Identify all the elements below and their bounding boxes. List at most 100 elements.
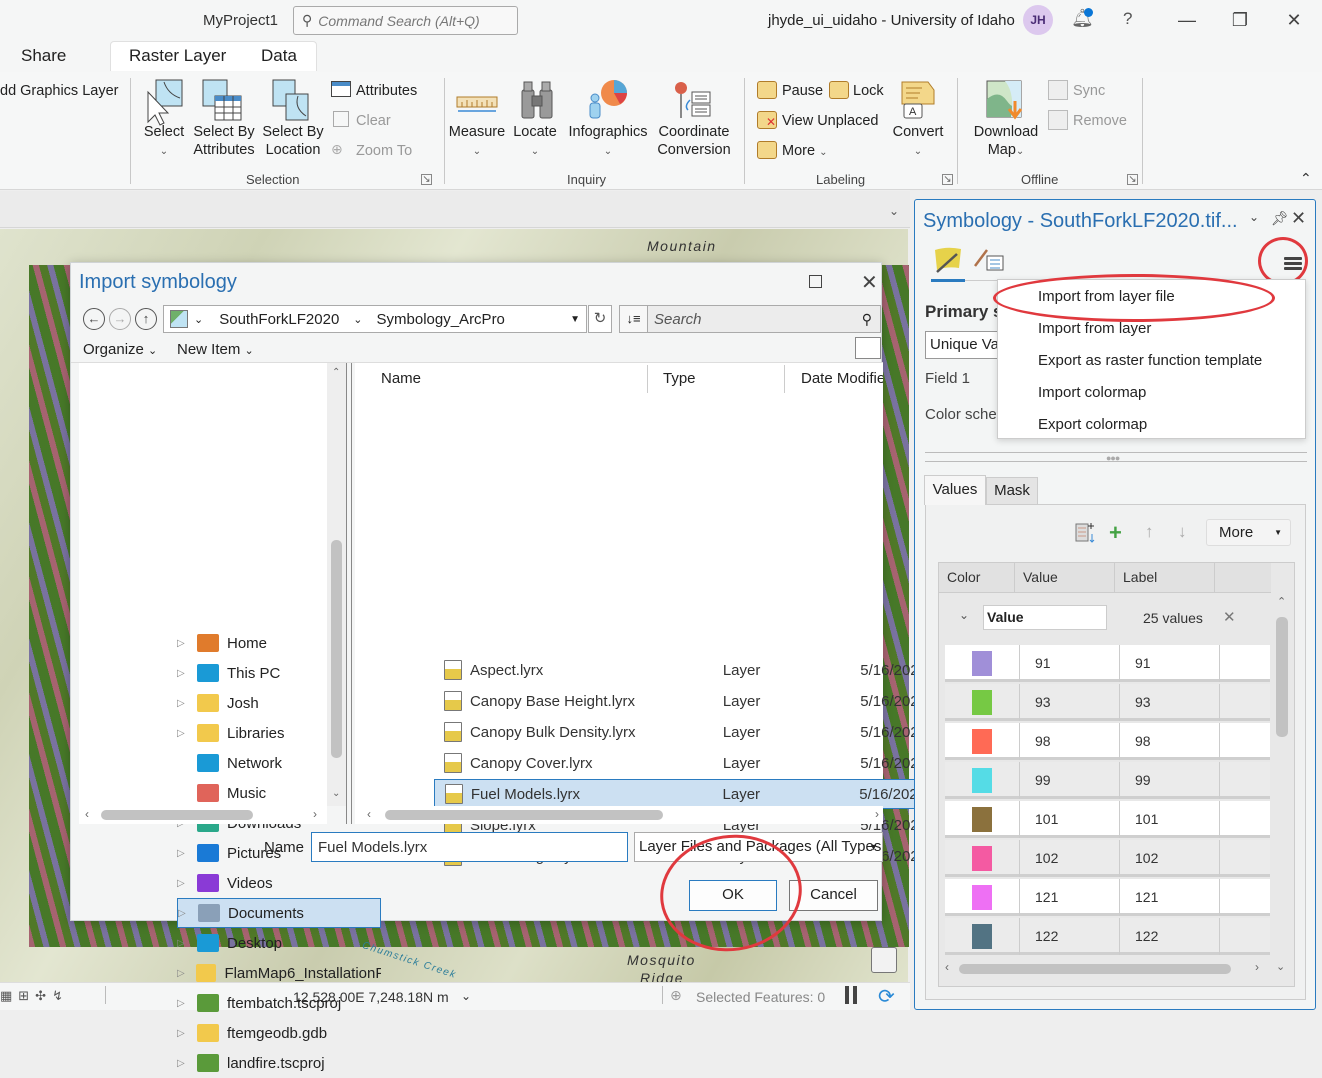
clear-button[interactable]: Clear	[356, 112, 391, 130]
expand-arrow-icon[interactable]: ▷	[177, 968, 196, 979]
map-catalog-icon[interactable]	[871, 947, 897, 973]
label-cell[interactable]: 98	[1135, 733, 1151, 749]
file-name-input[interactable]	[311, 832, 628, 862]
file-row[interactable]: Aspect.lyrx Layer 5/16/2023 12:	[434, 655, 952, 685]
infographics-button[interactable]: Infographics ⌄	[565, 123, 651, 161]
chevron-down-icon[interactable]: ⌄	[194, 313, 203, 326]
select-button[interactable]: Select ⌄	[142, 123, 186, 161]
tree-horizontal-scrollbar[interactable]: ‹ ›	[79, 806, 327, 824]
scroll-right-icon[interactable]: ›	[313, 807, 317, 821]
grid-header-color[interactable]: Color	[947, 569, 980, 585]
pane-options-dropdown-icon[interactable]: ⌄	[1249, 210, 1259, 224]
scroll-down-icon[interactable]: ⌄	[332, 788, 340, 799]
remove-button[interactable]: Remove	[1073, 112, 1127, 130]
color-swatch[interactable]	[972, 729, 992, 754]
file-horizontal-scrollbar[interactable]: ‹ ›	[355, 806, 883, 824]
label-cell[interactable]: 99	[1135, 772, 1151, 788]
status-tools-icons[interactable]: ▦⊞✣↯	[0, 988, 69, 1004]
value-row[interactable]: 99 99	[945, 762, 1270, 799]
search-input[interactable]: ↓≡ Search ⚲	[619, 305, 881, 333]
attributes-button[interactable]: Attributes	[356, 82, 417, 100]
color-swatch[interactable]	[972, 690, 992, 715]
move-up-icon[interactable]: ↑	[1145, 522, 1154, 542]
color-swatch[interactable]	[972, 924, 992, 949]
value-row[interactable]: 122 122	[945, 918, 1270, 955]
notification-bell-icon[interactable]: 🔔︎	[1071, 8, 1094, 32]
view-unplaced-button[interactable]: View Unplaced	[782, 112, 878, 130]
scroll-up-icon[interactable]: ⌃	[1277, 595, 1286, 608]
refresh-path-button[interactable]: ↻	[588, 305, 612, 333]
value-row[interactable]: 102 102	[945, 840, 1270, 877]
path-segment-symbology[interactable]: Symbology_ArcPro	[377, 311, 505, 328]
expand-arrow-icon[interactable]: ▷	[177, 848, 197, 859]
pin-pane-icon[interactable]: 📌︎	[1271, 210, 1289, 227]
select-by-location-button[interactable]: Select By Location	[261, 123, 325, 159]
menu-item-import-colormap[interactable]: Import colormap	[1038, 384, 1146, 401]
expand-arrow-icon[interactable]: ▷	[177, 998, 197, 1009]
column-divider[interactable]	[647, 365, 648, 393]
offline-dialog-launcher[interactable]: ↘	[1127, 174, 1138, 185]
expand-arrow-icon[interactable]: ▷	[177, 878, 197, 889]
add-graphics-layer-button[interactable]: dd Graphics Layer	[0, 82, 118, 100]
chevron-down-icon[interactable]: ⌄	[353, 313, 362, 326]
labeling-dialog-launcher[interactable]: ↘	[942, 174, 953, 185]
value-row[interactable]: 93 93	[945, 684, 1270, 721]
expand-arrow-icon[interactable]: ▷	[177, 1058, 197, 1069]
lock-button[interactable]: Lock	[853, 82, 884, 100]
group-field-input[interactable]: Value	[983, 605, 1107, 630]
expand-arrow-icon[interactable]: ▷	[177, 698, 197, 709]
collapse-group-icon[interactable]: ⌄	[959, 608, 969, 622]
tree-scroll-thumb[interactable]	[331, 540, 342, 758]
value-row[interactable]: 101 101	[945, 801, 1270, 838]
tab-share[interactable]: Share	[21, 46, 66, 66]
tab-values[interactable]: Values	[924, 475, 986, 505]
search-icon[interactable]: ⚲	[862, 311, 872, 328]
menu-item-export-raster-function-template[interactable]: Export as raster function template	[1038, 352, 1262, 369]
command-search-input[interactable]: ⚲ Command Search (Alt+Q)	[293, 6, 518, 35]
scroll-right-icon[interactable]: ›	[1255, 960, 1259, 974]
column-header-name[interactable]: Name	[381, 370, 421, 387]
convert-button[interactable]: Convert ⌄	[888, 123, 948, 161]
grid-header-value[interactable]: Value	[1023, 569, 1058, 585]
scroll-left-icon[interactable]: ‹	[367, 807, 371, 821]
label-cell[interactable]: 121	[1135, 889, 1158, 905]
tab-mask[interactable]: Mask	[986, 477, 1038, 505]
sort-icon[interactable]: ↓≡	[620, 306, 648, 332]
more-labeling-button[interactable]: More ⌄	[782, 142, 827, 162]
expand-arrow-icon[interactable]: ▷	[177, 938, 197, 949]
file-row[interactable]: Canopy Cover.lyrx Layer 5/16/2023 12:	[434, 748, 952, 778]
pane-splitter[interactable]	[346, 363, 352, 824]
pause-drawing-button[interactable]	[845, 986, 849, 1004]
measure-button[interactable]: Measure ⌄	[448, 123, 506, 161]
splitter-grip-icon[interactable]: ●●●	[1106, 453, 1120, 463]
column-header-type[interactable]: Type	[663, 370, 696, 387]
tree-vertical-scrollbar[interactable]: ⌃ ⌄	[327, 363, 346, 806]
forward-button[interactable]: →	[109, 308, 131, 330]
color-swatch[interactable]	[972, 651, 992, 676]
close-window-button[interactable]: ✕	[1279, 6, 1309, 34]
expand-arrow-icon[interactable]: ▷	[177, 638, 197, 649]
expand-arrow-icon[interactable]: ▷	[177, 1028, 197, 1039]
label-cell[interactable]: 101	[1135, 811, 1158, 827]
path-dropdown-icon[interactable]: ▼	[570, 314, 580, 325]
close-dialog-button[interactable]: ✕	[861, 270, 878, 295]
more-values-button[interactable]: More ▼	[1206, 519, 1291, 546]
map-tabs-dropdown-icon[interactable]: ⌄	[889, 204, 899, 218]
scroll-down-icon[interactable]: ⌄	[1276, 960, 1285, 973]
column-divider[interactable]	[784, 365, 785, 393]
refresh-icon[interactable]: ⟳	[878, 984, 895, 1009]
scroll-left-icon[interactable]: ‹	[85, 807, 89, 821]
primary-symbology-tab-icon[interactable]	[931, 246, 965, 276]
label-cell[interactable]: 91	[1135, 655, 1151, 671]
select-by-attributes-button[interactable]: Select By Attributes	[190, 123, 258, 159]
restore-button[interactable]: ❐	[1225, 6, 1255, 34]
color-swatch[interactable]	[972, 807, 992, 832]
add-value-icon[interactable]: +	[1109, 520, 1122, 546]
file-row[interactable]: Fuel Models.lyrx Layer 5/16/2023 12:	[434, 779, 952, 809]
menu-item-import-from-layer[interactable]: Import from layer	[1038, 320, 1151, 337]
expand-arrow-icon[interactable]: ▷	[177, 668, 197, 679]
locate-button[interactable]: Locate ⌄	[510, 123, 560, 161]
tree-item[interactable]: ▷ landfire.tscproj	[177, 1048, 381, 1078]
view-options-icon[interactable]	[855, 337, 881, 359]
selection-dialog-launcher[interactable]: ↘	[421, 174, 432, 185]
